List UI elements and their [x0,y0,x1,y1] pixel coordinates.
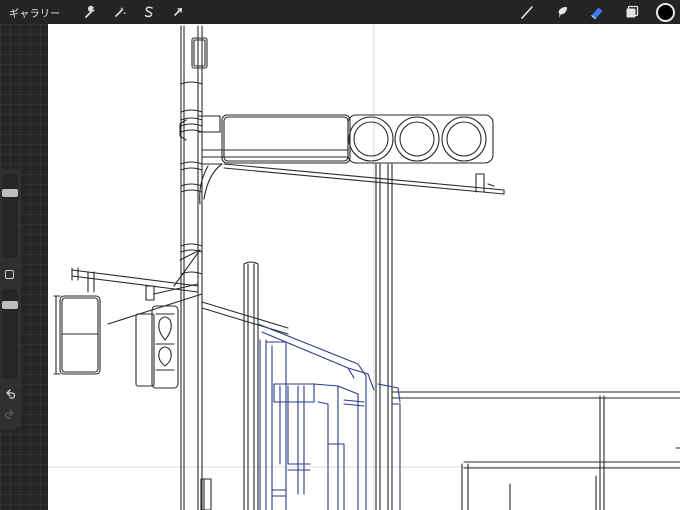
layers-icon[interactable] [621,1,643,23]
modify-button[interactable] [5,270,14,279]
wrench-icon[interactable] [82,3,100,21]
line-art [48,24,680,510]
gallery-button[interactable]: ギャラリー [9,5,61,20]
top-toolbar: ギャラリー [0,0,680,24]
magic-wand-icon[interactable] [111,3,129,21]
eraser-icon[interactable] [586,1,608,23]
left-panel [0,24,48,510]
redo-icon[interactable] [3,407,17,421]
selection-s-icon[interactable] [140,3,158,21]
brush-size-thumb[interactable] [2,189,18,197]
arrow-cursor-icon[interactable] [169,3,187,21]
right-tool-group [516,0,680,24]
drawing-canvas[interactable] [48,24,680,510]
smudge-icon[interactable] [551,1,573,23]
undo-icon[interactable] [3,387,17,401]
opacity-slider[interactable] [2,289,18,379]
brush-icon[interactable] [516,1,538,23]
opacity-thumb[interactable] [2,301,18,309]
brush-size-slider[interactable] [2,174,18,258]
sidebar [0,169,20,429]
current-color-swatch[interactable] [656,2,675,22]
